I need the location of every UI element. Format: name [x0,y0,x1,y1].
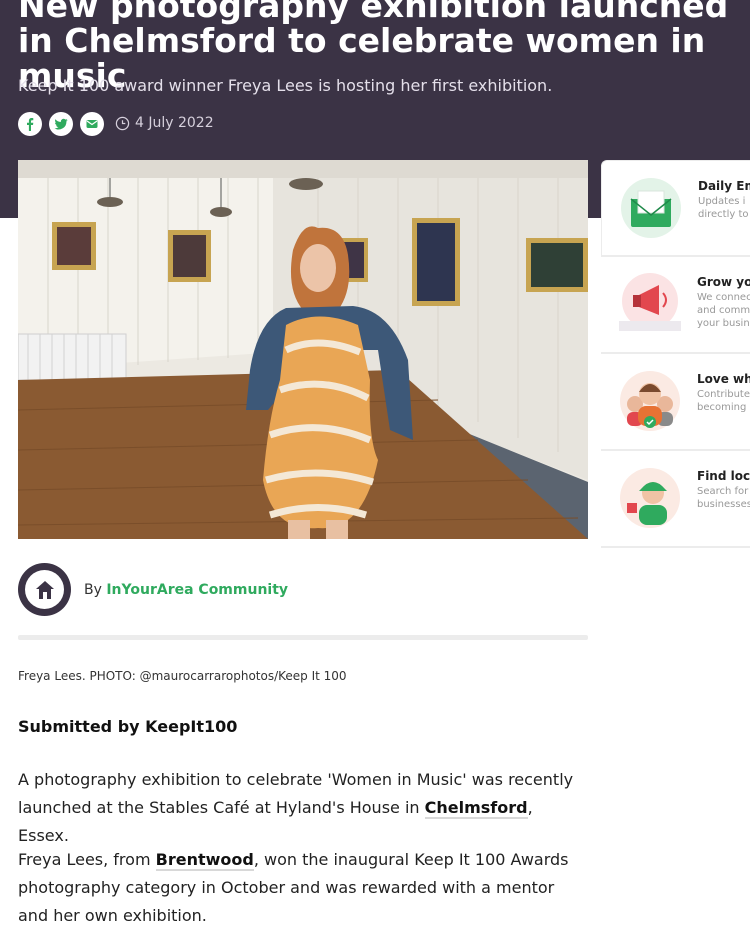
megaphone-icon [619,273,681,331]
paragraph-text: Freya Lees, from [18,850,156,869]
sidebar-card-title: Daily Em [698,179,750,193]
sidebar-card-line: your busin [697,318,750,329]
sidebar-card-line: directly to [698,209,749,220]
shopkeeper-icon [620,468,680,528]
byline-prefix: By [84,581,102,598]
author-byline: By InYourArea Community [18,563,288,616]
publish-date: 4 July 2022 [115,115,214,131]
facebook-icon[interactable] [18,112,42,136]
sidebar-card-text: Search for businesses [697,485,750,511]
byline-text: By InYourArea Community [84,582,288,598]
sidebar-card-find-local[interactable]: Find loca Search for businesses [601,451,750,548]
sidebar-card-text: Contribute becoming a [697,388,750,414]
sidebar-card-line: and comm [697,305,750,316]
article-photo [18,160,588,539]
house-icon [35,580,54,599]
sidebar-card-love-where[interactable]: Love whe Contribute becoming a [601,354,750,451]
sidebar-card-line: businesses [697,499,750,510]
sidebar-card-line: Updates i [698,196,746,207]
twitter-icon[interactable] [49,112,73,136]
sidebar-card-text: Updates i directly to [698,195,749,221]
avatar-inner [25,570,64,609]
sidebar-card-line: We connec [697,292,750,303]
sidebar-card-daily-email[interactable]: Daily Em Updates i directly to [601,160,750,257]
sidebar-card-title: Love whe [697,372,750,386]
sidebar-card-grow-business[interactable]: Grow you We connec and comm your busin [601,257,750,354]
avatar[interactable] [18,563,71,616]
location-link-brentwood[interactable]: Brentwood [155,850,254,871]
submitted-by: Submitted by KeepIt100 [18,717,238,736]
author-link[interactable]: InYourArea Community [106,582,288,598]
sidebar-card-line: Contribute [697,389,750,400]
article-paragraph: Freya Lees, from Brentwood, won the inau… [18,846,588,930]
sidebar-card-line: becoming a [697,402,750,413]
location-link-chelmsford[interactable]: Chelmsford [424,798,528,819]
date-text: 4 July 2022 [135,115,214,131]
article-paragraph: A photography exhibition to celebrate 'W… [18,766,588,850]
sidebar-card-line: Search for [697,486,749,497]
share-bar [18,112,104,136]
community-icon [620,371,680,431]
envelope-icon [621,178,681,238]
sidebar-card-title: Grow you [697,275,750,289]
sidebar: Daily Em Updates i directly to Grow you … [601,160,750,548]
email-icon[interactable] [80,112,104,136]
sidebar-card-text: We connec and comm your busin [697,291,750,330]
photo-caption: Freya Lees. PHOTO: @maurocarrarophotos/K… [18,669,347,683]
article-subtitle: Keep It 100 award winner Freya Lees is h… [18,76,553,95]
divider [18,635,588,640]
clock-icon [115,116,130,130]
sidebar-card-title: Find loca [697,469,750,483]
